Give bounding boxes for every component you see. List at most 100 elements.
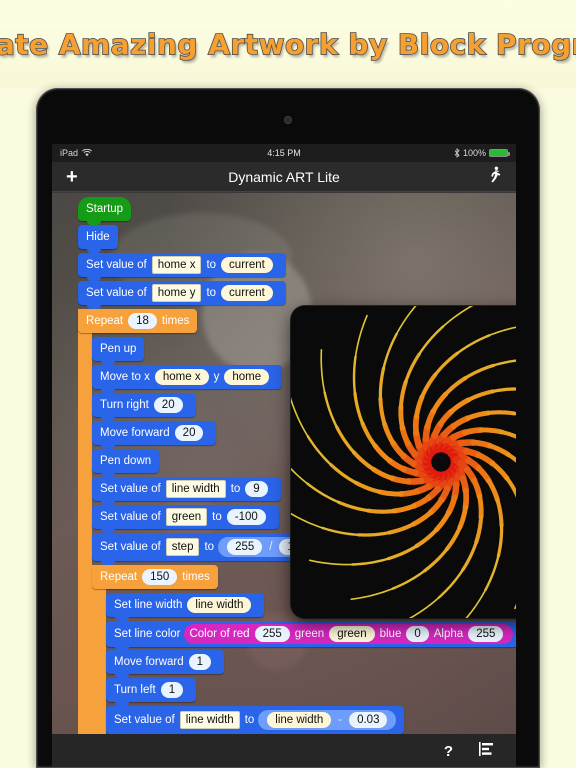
bluetooth-icon	[454, 148, 460, 158]
alpha-label: Alpha	[433, 628, 464, 640]
bottom-toolbar: ?	[52, 734, 516, 768]
green-field[interactable]: green	[329, 626, 375, 642]
turn-left-angle-field[interactable]: 1	[160, 682, 184, 698]
alpha-field[interactable]: 255	[468, 626, 504, 642]
red-field[interactable]: 255	[254, 626, 290, 642]
block-set-line-width-var[interactable]: Set line width line width	[106, 593, 265, 621]
block-suffix-label: times	[161, 315, 190, 327]
artwork-canvas	[291, 306, 516, 618]
turn-right-angle-field[interactable]: 20	[153, 397, 183, 413]
blue-label: blue	[379, 628, 402, 640]
spiral-pinwheel-artwork[interactable]	[291, 306, 516, 618]
block-label: Set value of	[100, 483, 161, 495]
block-set-green[interactable]: Set value of green to -100	[92, 505, 279, 533]
block-to-label: to	[206, 259, 217, 271]
ipad-device-frame: iPad 4:15 PM 100% + Dynamic ART Lite Sta…	[36, 88, 540, 768]
color-of-red-label: Color of red	[189, 628, 250, 640]
runner-icon	[491, 166, 501, 182]
block-mid-label: y	[213, 371, 220, 383]
variable-field[interactable]: home x	[151, 256, 202, 274]
block-set-home-x[interactable]: Set value of home x to current	[78, 253, 286, 281]
block-label: Pen up	[100, 343, 137, 355]
move-to-y-field[interactable]: home	[224, 369, 270, 385]
block-to-label: to	[206, 287, 217, 299]
block-move-forward-1[interactable]: Move forward 1	[106, 650, 225, 678]
block-repeat-18[interactable]: Repeat 18 times	[78, 309, 198, 333]
block-suffix-label: times	[182, 571, 210, 583]
block-label: Set line color	[114, 628, 181, 640]
value-field[interactable]: 9	[245, 481, 268, 497]
variable-field[interactable]: home y	[151, 284, 202, 302]
status-bar-right: 100%	[454, 148, 510, 158]
nav-bar: + Dynamic ART Lite	[52, 162, 516, 192]
camera-dot-icon	[284, 116, 292, 124]
variable-field[interactable]: step	[165, 538, 200, 556]
variables-list-button[interactable]	[479, 741, 494, 761]
run-program-button[interactable]	[473, 166, 516, 188]
move-forward-distance-field[interactable]: 20	[174, 425, 204, 441]
block-hide[interactable]: Hide	[78, 225, 118, 253]
move-forward-distance-field[interactable]: 1	[188, 654, 212, 670]
status-bar: iPad 4:15 PM 100%	[52, 144, 516, 162]
page-title: Dynamic ART Lite	[228, 168, 340, 185]
block-label: Set line width	[114, 599, 183, 611]
block-label: Set value of	[86, 287, 147, 299]
green-label: green	[294, 628, 325, 640]
move-to-x-field[interactable]: home x	[154, 369, 209, 385]
banner-title: Create Amazing Artwork by Block Program	[0, 27, 576, 62]
expr-operand-b[interactable]: 0.03	[349, 712, 388, 728]
block-label: Hide	[86, 231, 110, 243]
variable-field[interactable]: line width	[165, 480, 226, 498]
subtraction-expression[interactable]: line width - 0.03	[258, 710, 397, 730]
block-label: Move to x	[100, 371, 150, 383]
block-repeat-150[interactable]: Repeat 150 times	[92, 565, 218, 589]
block-label: Startup	[86, 203, 124, 215]
blue-field[interactable]: 0	[406, 626, 429, 642]
block-label: Move forward	[114, 656, 184, 668]
block-set-line-color[interactable]: Set line color Color of red 255 green gr…	[106, 621, 516, 651]
block-set-line-width-9[interactable]: Set value of line width to 9	[92, 477, 281, 505]
value-field[interactable]: current	[221, 285, 273, 301]
block-label: Set value of	[100, 541, 161, 553]
block-set-line-width-dec[interactable]: Set value of line width to line width - …	[106, 706, 405, 734]
variable-field[interactable]: line width	[179, 711, 240, 729]
expr-operand-a[interactable]: 255	[227, 539, 263, 555]
block-label: Pen down	[100, 455, 152, 467]
block-program-workspace[interactable]: Startup Hide Set value of home x to curr…	[52, 193, 516, 734]
color-expression[interactable]: Color of red 255 green green blue 0 Alph…	[184, 624, 514, 644]
block-to-label: to	[244, 714, 255, 726]
repeat-count-field[interactable]: 150	[142, 569, 178, 585]
block-turn-left-1[interactable]: Turn left 1	[106, 678, 197, 706]
battery-full-icon	[489, 149, 510, 157]
block-label: Repeat	[100, 571, 138, 583]
block-pen-down[interactable]: Pen down	[92, 449, 160, 477]
expr-operator: /	[269, 541, 273, 553]
block-label: Move forward	[100, 427, 170, 439]
block-to-label: to	[230, 483, 241, 495]
block-set-home-y[interactable]: Set value of home y to current	[78, 281, 286, 309]
block-startup[interactable]: Startup	[78, 197, 132, 225]
repeat-18-c-bar	[78, 309, 92, 734]
repeat-150-c-bar	[92, 565, 106, 734]
expr-operand-a[interactable]: line width	[267, 712, 332, 728]
block-move-forward-20[interactable]: Move forward 20	[92, 421, 217, 449]
block-pen-up[interactable]: Pen up	[92, 337, 145, 365]
block-label: Repeat	[86, 315, 124, 327]
repeat-count-field[interactable]: 18	[128, 313, 157, 329]
promo-banner: Create Amazing Artwork by Block Program	[0, 0, 576, 88]
block-move-to[interactable]: Move to x home x y home	[92, 365, 283, 393]
block-to-label: to	[212, 511, 222, 523]
block-label: Turn right	[100, 399, 149, 411]
help-button[interactable]: ?	[444, 743, 453, 760]
value-field[interactable]: -100	[226, 509, 266, 525]
ipad-screen: iPad 4:15 PM 100% + Dynamic ART Lite Sta…	[52, 144, 516, 768]
variable-field[interactable]: green	[165, 508, 208, 526]
block-turn-right[interactable]: Turn right 20	[92, 393, 196, 421]
block-label: Set value of	[114, 714, 175, 726]
battery-percent: 100%	[462, 148, 486, 158]
line-width-variable-field[interactable]: line width	[187, 597, 252, 613]
block-label: Set value of	[86, 259, 147, 271]
expr-operator: -	[338, 714, 343, 726]
value-field[interactable]: current	[221, 257, 273, 273]
list-align-icon	[479, 741, 493, 756]
